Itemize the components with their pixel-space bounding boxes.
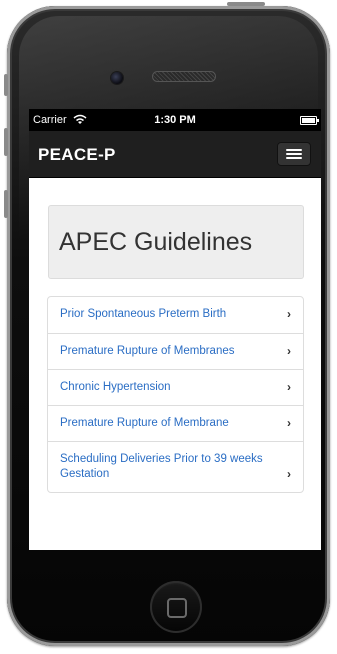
guidelines-list: Prior Spontaneous Preterm Birth › Premat… [47,296,304,493]
guideline-item-rupture-membranes[interactable]: Premature Rupture of Membranes › [48,333,303,369]
guideline-label: Prior Spontaneous Preterm Birth [60,308,227,320]
chevron-right-icon: › [287,307,291,321]
guideline-label: Premature Rupture of Membrane [60,417,229,429]
mute-switch[interactable] [4,74,8,96]
home-square-icon [167,598,187,618]
chevron-right-icon: › [287,344,291,358]
guideline-item-rupture-membrane[interactable]: Premature Rupture of Membrane › [48,405,303,441]
phone-screen: Carrier 1:30 PM PEACE-P APEC Guidelines … [29,109,321,550]
guideline-label: Scheduling Deliveries Prior to 39 weeks … [60,453,263,480]
sleep-button[interactable] [227,2,265,6]
guideline-label: Premature Rupture of Membranes [60,345,235,357]
chevron-right-icon: › [287,467,291,481]
navbar: PEACE-P [29,131,321,178]
menu-toggle-button[interactable] [277,142,311,166]
battery-icon [300,116,319,125]
page-title: APEC Guidelines [59,228,253,256]
guideline-label: Chronic Hypertension [60,381,171,393]
hero-box: APEC Guidelines [48,205,304,279]
guideline-item-scheduling-deliveries[interactable]: Scheduling Deliveries Prior to 39 weeks … [48,441,303,492]
volume-down-button[interactable] [4,190,8,218]
chevron-right-icon: › [287,380,291,394]
status-time: 1:30 PM [154,114,196,126]
front-camera-icon [111,72,123,84]
brand-title[interactable]: PEACE-P [38,145,116,165]
volume-up-button[interactable] [4,128,8,156]
guideline-item-preterm-birth[interactable]: Prior Spontaneous Preterm Birth › [48,297,303,333]
hamburger-menu-icon [286,149,302,151]
status-bar: Carrier 1:30 PM [29,109,321,131]
hamburger-menu-icon [286,157,302,159]
hamburger-menu-icon [286,153,302,155]
earpiece-speaker [152,71,216,82]
home-button[interactable] [150,581,202,633]
chevron-right-icon: › [287,416,291,430]
guideline-item-chronic-hypertension[interactable]: Chronic Hypertension › [48,369,303,405]
